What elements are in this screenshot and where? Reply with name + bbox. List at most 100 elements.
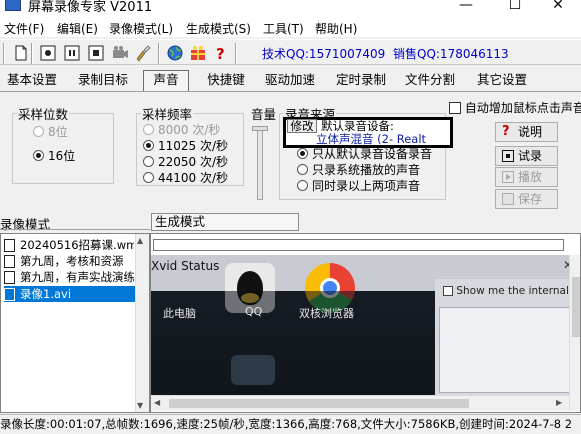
file-icon — [4, 288, 15, 301]
radio-8bit: 8位 — [33, 123, 68, 140]
radio-dot — [143, 172, 154, 183]
help-button[interactable]: ? 说明 — [495, 122, 558, 142]
minimize-button[interactable]: — — [443, 0, 489, 16]
radio-22050[interactable]: 22050 次/秒 — [143, 153, 228, 170]
desktop-screenshot: Xvid Status ✕ 此电脑 QQ 双核浏览器 Show me the i… — [151, 255, 580, 395]
play-icon — [502, 171, 514, 183]
radio-dot — [33, 150, 44, 161]
maximize-button[interactable]: ☐ — [492, 0, 538, 16]
tech-qq: 技术QQ:1571007409 — [262, 47, 386, 61]
question-icon: ? — [502, 124, 510, 139]
h-scroll-thumb[interactable] — [169, 399, 469, 408]
scroll-up-arrow-icon[interactable]: ▲ — [137, 236, 143, 245]
record-icon[interactable] — [39, 44, 57, 62]
sales-qq: 销售QQ:178046113 — [393, 47, 509, 61]
globe-icon[interactable] — [166, 44, 184, 62]
radio-dot — [143, 124, 154, 135]
volume-slider-track[interactable] — [257, 127, 263, 200]
file-list: 20240516招募课.wmv 第九周，考核和资源 第九周，有声实战演练 录像1… — [0, 233, 150, 413]
play-button[interactable]: 播放 — [495, 167, 558, 187]
tab-driver-accel[interactable]: 驱动加速 — [259, 71, 321, 91]
file-icon — [4, 255, 15, 268]
list-header-divider — [0, 229, 150, 230]
new-file-icon[interactable] — [12, 44, 30, 62]
generate-mode-tab[interactable]: 生成模式 — [151, 213, 299, 231]
radio-dot — [143, 140, 154, 151]
tab-hotkeys[interactable]: 快捷键 — [199, 71, 253, 91]
toolbar-separator — [235, 43, 237, 64]
radio-8000: 8000 次/秒 — [143, 121, 220, 138]
radio-dot — [297, 148, 308, 159]
desktop-overlay: 此电脑 QQ 双核浏览器 — [151, 291, 435, 395]
stop-icon[interactable] — [87, 44, 105, 62]
xvid-internals-box — [439, 307, 577, 393]
radio-both-sources[interactable]: 同时录以上两项声音 — [297, 177, 420, 194]
stop-square-icon — [502, 150, 514, 162]
preview-v-scrollbar[interactable] — [569, 255, 580, 411]
sample-bits-legend: 采样位数 — [18, 107, 69, 122]
modify-button[interactable]: 修改 — [287, 119, 317, 133]
desktop-app-icon — [231, 355, 275, 385]
toolbar: ? 技术QQ:1571007409 销售QQ:178046113 — [0, 39, 581, 65]
preview-h-scrollbar[interactable]: ◀ ▶ — [151, 395, 569, 411]
help-icon[interactable]: ? — [212, 44, 230, 62]
v-scroll-thumb[interactable] — [572, 277, 580, 337]
file-list-scrollbar[interactable]: ▲ ▼ — [135, 234, 149, 412]
close-button[interactable]: ✕ — [535, 0, 581, 16]
toolbar-separator — [31, 43, 33, 64]
menu-help[interactable]: 帮助(H) — [315, 20, 357, 37]
list-item[interactable]: 第九周，有声实战演练 — [4, 269, 134, 285]
desktop-icon-this-pc: 此电脑 — [163, 307, 196, 320]
tab-scheduled-record[interactable]: 定时录制 — [330, 71, 392, 91]
auto-click-sound-label: 自动增加鼠标点击声音 — [464, 101, 581, 115]
radio-default-device[interactable]: 只从默认录音设备录音 — [297, 145, 432, 162]
tab-other-settings[interactable]: 其它设置 — [469, 71, 535, 91]
list-item-selected[interactable]: 录像1.avi — [4, 286, 135, 302]
file-icon — [4, 239, 15, 252]
sample-bits-group: 采样位数 — [12, 104, 114, 184]
show-internals-checkbox[interactable] — [443, 286, 453, 296]
brush-icon[interactable] — [134, 44, 152, 62]
menu-record-mode[interactable]: 录像模式(L) — [109, 20, 173, 37]
radio-16bit[interactable]: 16位 — [33, 147, 75, 164]
desktop-icon-qq: QQ — [245, 305, 263, 318]
tab-basic-settings[interactable]: 基本设置 — [0, 71, 64, 91]
test-record-button[interactable]: 试录 — [495, 146, 558, 166]
menu-tools[interactable]: 工具(T) — [263, 20, 304, 37]
tab-sound[interactable]: 声音 — [143, 70, 189, 92]
xvid-title: Xvid Status — [151, 259, 220, 273]
tab-file-split[interactable]: 文件分割 — [399, 71, 461, 91]
toolbar-separator — [158, 43, 160, 64]
radio-dot — [297, 180, 308, 191]
radio-system-playback[interactable]: 只录系统播放的声音 — [297, 161, 420, 178]
app-icon — [5, 0, 21, 11]
show-internals-option[interactable]: Show me the internals — [443, 285, 574, 297]
list-item[interactable]: 20240516招募课.wmv — [4, 237, 134, 253]
desktop-icon-browser: 双核浏览器 — [299, 307, 354, 320]
auto-click-sound-checkbox[interactable] — [449, 102, 461, 114]
toolbar-grip — [3, 43, 5, 64]
radio-dot — [143, 156, 154, 167]
tab-divider — [0, 91, 581, 92]
file-icon — [4, 271, 15, 284]
radio-11025[interactable]: 11025 次/秒 — [143, 137, 228, 154]
preview-timeline[interactable] — [153, 239, 564, 251]
menu-generate-mode[interactable]: 生成模式(S) — [186, 20, 251, 37]
pause-icon[interactable] — [63, 44, 81, 62]
volume-slider-thumb[interactable] — [252, 126, 268, 131]
scroll-right-arrow-icon[interactable]: ▶ — [556, 398, 562, 407]
scroll-down-arrow-icon[interactable]: ▼ — [137, 401, 143, 410]
svg-text:?: ? — [216, 45, 225, 62]
radio-44100[interactable]: 44100 次/秒 — [143, 169, 228, 186]
camera-icon[interactable] — [111, 44, 129, 62]
xvid-options-pane: Show me the internals — [435, 279, 580, 395]
gift-icon[interactable] — [189, 44, 207, 62]
auto-click-sound-option[interactable]: 自动增加鼠标点击声音 — [449, 99, 581, 116]
menu-file[interactable]: 文件(F) — [4, 20, 44, 37]
list-item[interactable]: 第九周，考核和资源 — [4, 253, 134, 269]
menu-edit[interactable]: 编辑(E) — [57, 20, 98, 37]
show-internals-label: Show me the internals — [456, 285, 575, 297]
tab-record-target[interactable]: 录制目标 — [72, 71, 134, 91]
scroll-left-arrow-icon[interactable]: ◀ — [154, 398, 160, 407]
save-button[interactable]: 保存 — [495, 189, 558, 209]
